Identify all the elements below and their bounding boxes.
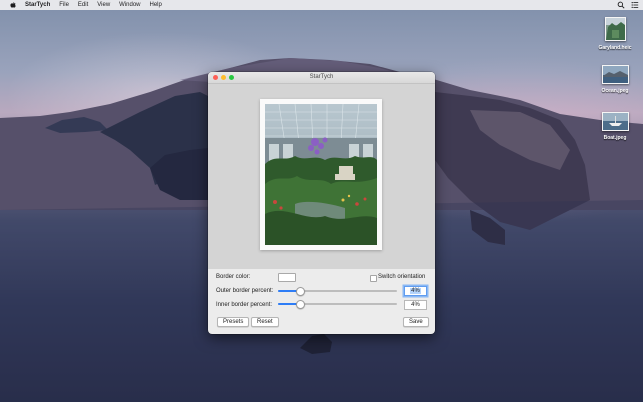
slider-knob[interactable] [296, 300, 306, 309]
outer-border-label: Outer border percent: [216, 288, 274, 294]
apple-menu-icon[interactable] [9, 1, 17, 9]
image-file-icon [601, 112, 629, 131]
spotlight-search-icon[interactable] [617, 1, 625, 9]
border-color-well[interactable] [278, 273, 296, 282]
inner-border-label: Inner border percent: [216, 302, 273, 308]
inner-border-slider[interactable] [278, 300, 397, 309]
notification-center-icon[interactable] [631, 1, 639, 9]
minimize-button[interactable] [221, 75, 226, 80]
switch-orientation-checkbox[interactable] [370, 275, 377, 282]
window-title: StarTych [309, 74, 334, 80]
desktop-file-label: Boat.jpeg [603, 135, 627, 141]
presets-button[interactable]: Presets [217, 317, 250, 327]
window-titlebar[interactable]: StarTych [208, 72, 435, 84]
desktop-file-label: Ocean.jpeg [601, 88, 629, 94]
slider-knob[interactable] [296, 287, 306, 296]
close-button[interactable] [213, 75, 218, 80]
border-color-label: Border color: [216, 274, 251, 280]
desktop-file-boat[interactable]: Boat.jpeg [589, 112, 641, 141]
outer-border-field[interactable]: 4% [404, 286, 427, 296]
save-button[interactable]: Save [403, 317, 429, 327]
outer-border-value: 4% [410, 288, 421, 294]
inner-border-value: 4% [411, 302, 420, 308]
desktop-file-label: Garyland.heic [598, 45, 632, 51]
menu-window[interactable]: Window [119, 2, 140, 8]
desktop-file-ocean[interactable]: Ocean.jpeg [589, 65, 641, 94]
startych-window: StarTych Border color: Switch orientatio… [208, 72, 435, 334]
garden-photo-preview [265, 104, 377, 245]
menu-help[interactable]: Help [150, 2, 162, 8]
menu-bar: StarTych File Edit View Window Help [0, 0, 643, 10]
switch-orientation-label[interactable]: Switch orientation [378, 274, 425, 280]
menu-view[interactable]: View [97, 2, 110, 8]
preview-area [208, 84, 435, 269]
desktop-file-garyland[interactable]: Garyland.heic [589, 17, 641, 51]
controls-panel: Border color: Switch orientation Outer b… [208, 269, 435, 334]
inner-border-field[interactable]: 4% [404, 300, 427, 310]
outer-border-slider[interactable] [278, 287, 397, 296]
reset-button[interactable]: Reset [251, 317, 279, 327]
menu-file[interactable]: File [59, 2, 69, 8]
zoom-button[interactable] [229, 75, 234, 80]
menu-edit[interactable]: Edit [78, 2, 88, 8]
menu-app-name[interactable]: StarTych [25, 2, 50, 8]
image-file-icon [604, 17, 626, 41]
image-file-icon [601, 65, 629, 84]
photo-border-frame [260, 99, 382, 250]
